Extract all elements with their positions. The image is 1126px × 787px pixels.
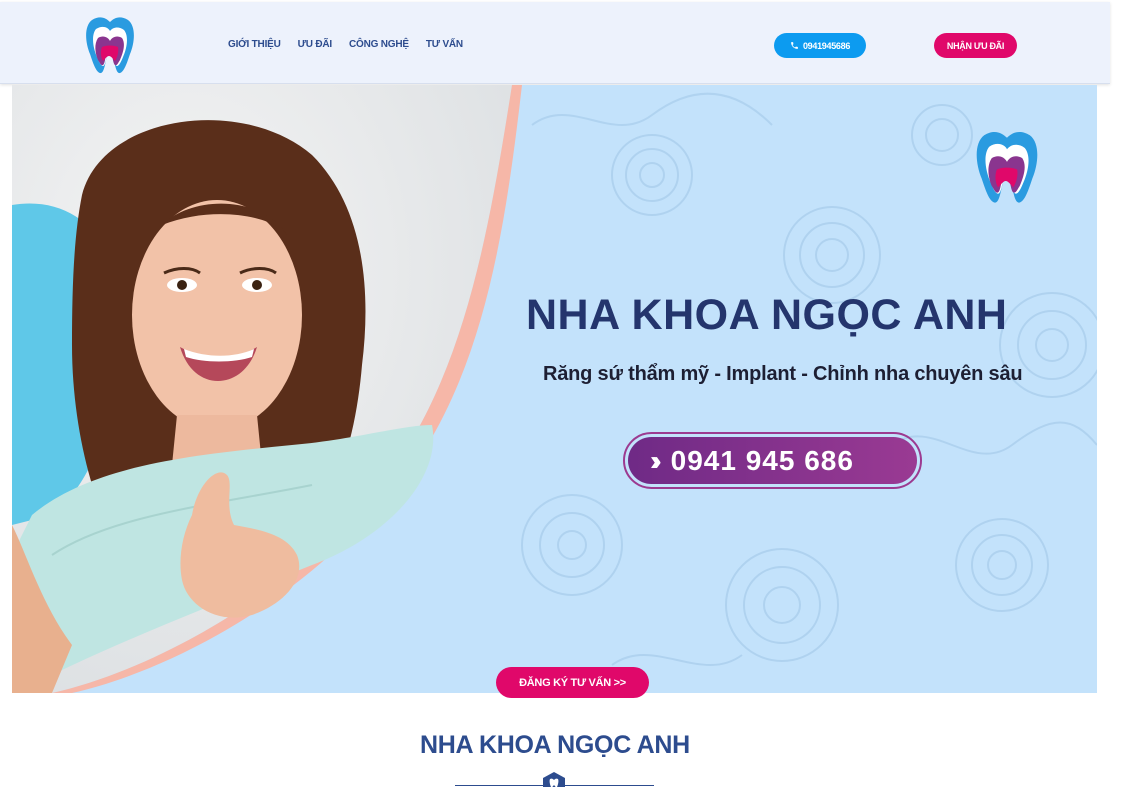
banner-phone-pill: ›› 0941 945 686	[628, 437, 917, 484]
banner-subtitle: Răng sứ thẩm mỹ - Implant - Chỉnh nha ch…	[543, 363, 1023, 385]
tooth-badge-icon	[543, 772, 565, 787]
phone-button[interactable]: 0941945686	[774, 33, 866, 58]
banner-phone-number: 0941 945 686	[670, 444, 854, 476]
site-header: GIỚI THIỆU ƯU ĐÃI CÔNG NGHỆ TƯ VẤN 09419…	[0, 2, 1110, 84]
tooth-logo-icon[interactable]	[84, 16, 136, 74]
nav-item-gioi-thieu[interactable]: GIỚI THIỆU	[228, 39, 281, 50]
nav-item-tu-van[interactable]: TƯ VẤN	[426, 39, 463, 50]
double-chevron-right-icon: ››	[650, 444, 661, 476]
banner-tooth-logo-icon	[976, 131, 1038, 203]
nav-item-cong-nghe[interactable]: CÔNG NGHỆ	[349, 39, 409, 50]
nav-item-uu-dai[interactable]: ƯU ĐÃI	[298, 39, 333, 50]
get-offer-button[interactable]: NHẬN ƯU ĐÃI	[934, 33, 1017, 58]
banner-phone-button[interactable]: ›› 0941 945 686	[623, 432, 922, 489]
hero-banner: NHA KHOA NGỌC ANH Răng sứ thẩm mỹ - Impl…	[12, 85, 1097, 693]
phone-button-label: 0941945686	[802, 40, 851, 51]
banner-title: NHA KHOA NGỌC ANH	[526, 291, 1008, 339]
register-consult-button[interactable]: ĐĂNG KÝ TƯ VẤN >>	[496, 667, 649, 698]
section-title: NHA KHOA NGỌC ANH	[420, 731, 690, 759]
hero-illustration	[12, 85, 1097, 693]
main-nav: GIỚI THIỆU ƯU ĐÃI CÔNG NGHỆ TƯ VẤN	[228, 39, 463, 50]
phone-icon	[791, 42, 798, 49]
landing-page: GIỚI THIỆU ƯU ĐÃI CÔNG NGHỆ TƯ VẤN 09419…	[0, 0, 1126, 787]
